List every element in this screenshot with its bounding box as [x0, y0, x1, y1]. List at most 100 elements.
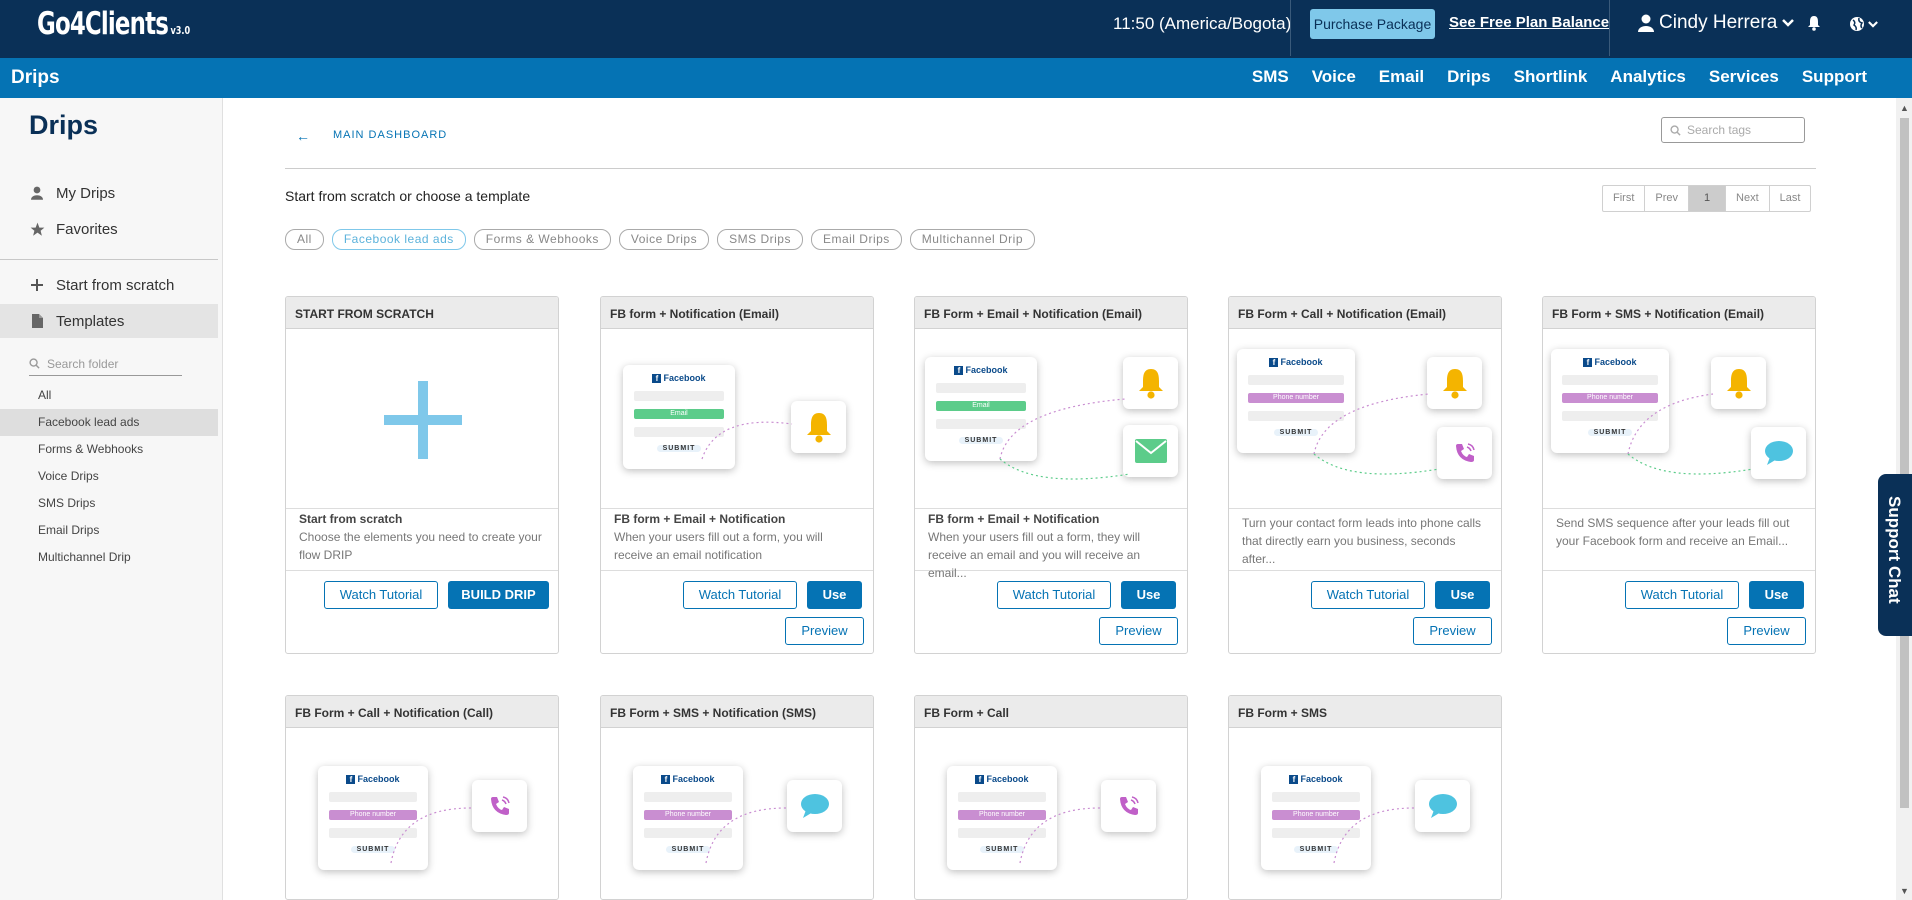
tag-search-input[interactable]: Search tags: [1661, 117, 1805, 143]
card-title: FB Form + Call: [915, 696, 1187, 728]
card-text: Turn your contact form leads into phone …: [1229, 509, 1501, 571]
nav-drips[interactable]: Drips: [1447, 67, 1490, 87]
card-actions: Watch Tutorial Use Preview: [915, 571, 1187, 653]
chip-sms-drips[interactable]: SMS Drips: [717, 229, 803, 250]
sidebar-item-my-drips[interactable]: My Drips: [0, 176, 218, 210]
pager-first[interactable]: First: [1603, 186, 1646, 211]
notifications-button[interactable]: [1807, 15, 1821, 36]
user-menu[interactable]: Cindy Herrera: [1638, 12, 1795, 34]
folder-all[interactable]: All: [0, 382, 218, 409]
version-label: v3.0: [170, 24, 191, 37]
logo[interactable]: Go4Clients v3.0: [37, 6, 190, 42]
back-arrow-icon[interactable]: ←: [296, 128, 310, 144]
preview-button[interactable]: Preview: [785, 617, 864, 645]
flow-connector: [1313, 393, 1440, 475]
card-title: FB Form + Email + Notification (Email): [915, 297, 1187, 329]
preview-button[interactable]: Preview: [1727, 617, 1806, 645]
chip-facebook-lead-ads[interactable]: Facebook lead ads: [331, 229, 466, 250]
template-card-start-scratch[interactable]: START FROM SCRATCH Start from scratch Ch…: [285, 296, 559, 654]
pager-prev[interactable]: Prev: [1645, 186, 1690, 211]
template-card-fb-call[interactable]: FB Form + Call f Facebook Phone number SU…: [914, 695, 1188, 900]
bell-icon: [1808, 16, 1820, 31]
bell-icon: [806, 413, 831, 443]
use-button[interactable]: Use: [807, 581, 862, 609]
watch-tutorial-button[interactable]: Watch Tutorial: [683, 581, 797, 609]
folder-forms-webhooks[interactable]: Forms & Webhooks: [0, 436, 218, 463]
nav-support[interactable]: Support: [1802, 67, 1867, 87]
sidebar-title: Drips: [29, 110, 99, 140]
card-actions: Watch Tutorial Use Preview: [1543, 571, 1815, 653]
sidebar-item-label: My Drips: [56, 184, 116, 202]
template-card-fb-sms-sms-notification[interactable]: FB Form + SMS + Notification (SMS) f Face…: [600, 695, 874, 900]
build-drip-button[interactable]: BUILD DRIP: [448, 581, 549, 609]
nav-links: SMS Voice Email Drips Shortlink Analytic…: [1252, 67, 1867, 87]
pager-current-page[interactable]: 1: [1689, 186, 1727, 211]
pagination: First Prev 1 Next Last: [1602, 185, 1812, 212]
template-card-fb-sms[interactable]: FB Form + SMS f Facebook Phone number SUB…: [1228, 695, 1502, 900]
sidebar-item-label: Start from scratch: [56, 276, 175, 294]
chevron-down-icon: [1868, 20, 1878, 28]
folder-facebook-lead-ads[interactable]: Facebook lead ads: [0, 409, 218, 436]
chip-forms-webhooks[interactable]: Forms & Webhooks: [473, 229, 611, 250]
card-description: Choose the elements you need to create y…: [299, 530, 542, 562]
facebook-label: f Facebook: [1261, 774, 1371, 784]
card-illustration: f Facebook Phone number SUBMIT: [1229, 329, 1501, 509]
card-illustration: [286, 329, 558, 509]
template-card-fb-call-email-notification[interactable]: FB Form + Call + Notification (Email) fF…: [1228, 296, 1502, 654]
chip-all[interactable]: All: [285, 229, 324, 250]
facebook-label: f Facebook: [318, 774, 428, 784]
template-card-fb-sms-email-notification[interactable]: FB Form + SMS + Notification (Email) f Fa…: [1542, 296, 1816, 654]
use-button[interactable]: Use: [1121, 581, 1176, 609]
pager-last[interactable]: Last: [1770, 186, 1811, 211]
support-chat-label: Support Chat: [1885, 496, 1904, 604]
template-card-fb-call-call-notification[interactable]: FB Form + Call + Notification (Call) f Fa…: [285, 695, 559, 900]
folder-email-drips[interactable]: Email Drips: [0, 517, 218, 544]
template-card-fb-email-notification[interactable]: FB form + Notification (Email) f Facebook…: [600, 296, 874, 654]
watch-tutorial-button[interactable]: Watch Tutorial: [1625, 581, 1739, 609]
sidebar-item-favorites[interactable]: Favorites: [0, 212, 218, 246]
card-actions: Watch Tutorial Use Preview: [601, 571, 873, 653]
nav-analytics[interactable]: Analytics: [1610, 67, 1686, 87]
folder-multichannel-drip[interactable]: Multichannel Drip: [0, 544, 218, 571]
card-title: START FROM SCRATCH: [286, 297, 558, 329]
flow-connector: [999, 398, 1131, 480]
scroll-down-arrow-icon[interactable]: ▼: [1900, 886, 1909, 896]
template-card-fb-email-email-notification[interactable]: FB Form + Email + Notification (Email) f…: [914, 296, 1188, 654]
use-button[interactable]: Use: [1749, 581, 1804, 609]
flow-connector: [705, 807, 787, 864]
free-plan-balance-link[interactable]: See Free Plan Balance: [1449, 14, 1609, 31]
sidebar-item-templates[interactable]: Templates: [0, 304, 218, 338]
folder-search-input[interactable]: Search folder: [29, 352, 182, 376]
chip-voice-drips[interactable]: Voice Drips: [618, 229, 710, 250]
main-dashboard-link[interactable]: MAIN DASHBOARD: [333, 129, 447, 141]
chip-multichannel-drip[interactable]: Multichannel Drip: [909, 229, 1036, 250]
card-title: FB Form + SMS: [1229, 696, 1501, 728]
watch-tutorial-button[interactable]: Watch Tutorial: [324, 581, 438, 609]
sidebar-item-start-from-scratch[interactable]: Start from scratch: [0, 268, 218, 302]
nav-email[interactable]: Email: [1379, 67, 1424, 87]
chip-email-drips[interactable]: Email Drips: [810, 229, 902, 250]
pager-next[interactable]: Next: [1726, 186, 1770, 211]
nav-shortlink[interactable]: Shortlink: [1514, 67, 1588, 87]
card-illustration: f Facebook Phone number SUBMIT: [915, 728, 1187, 899]
folder-sms-drips[interactable]: SMS Drips: [0, 490, 218, 517]
language-menu[interactable]: [1849, 16, 1878, 32]
facebook-icon: f: [1583, 358, 1593, 367]
watch-tutorial-button[interactable]: Watch Tutorial: [997, 581, 1111, 609]
scroll-up-arrow-icon[interactable]: ▲: [1900, 103, 1909, 113]
chat-bubble-icon: [1428, 794, 1457, 818]
preview-button[interactable]: Preview: [1413, 617, 1492, 645]
folder-voice-drips[interactable]: Voice Drips: [0, 463, 218, 490]
card-illustration: f Facebook Phone number SUBMIT: [286, 728, 558, 899]
purchase-package-button[interactable]: Purchase Package: [1310, 9, 1435, 39]
nav-services[interactable]: Services: [1709, 67, 1779, 87]
facebook-label: f Facebook: [1551, 357, 1669, 367]
nav-voice[interactable]: Voice: [1312, 67, 1356, 87]
use-button[interactable]: Use: [1435, 581, 1490, 609]
card-illustration: f Facebook Email SUBMIT: [601, 329, 873, 509]
watch-tutorial-button[interactable]: Watch Tutorial: [1311, 581, 1425, 609]
support-chat-tab[interactable]: Support Chat: [1878, 474, 1912, 636]
preview-button[interactable]: Preview: [1099, 617, 1178, 645]
nav-sms[interactable]: SMS: [1252, 67, 1289, 87]
scrollbar-thumb[interactable]: [1900, 118, 1909, 808]
